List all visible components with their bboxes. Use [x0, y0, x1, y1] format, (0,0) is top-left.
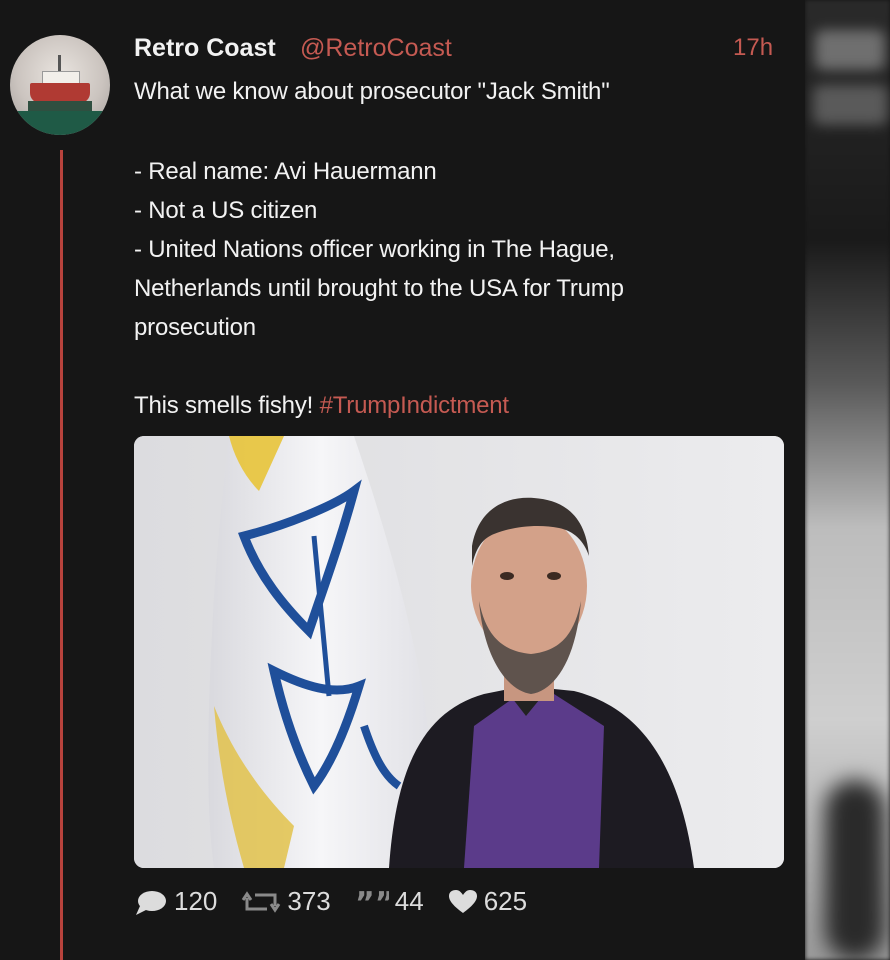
quote-button[interactable]: ”” 44: [355, 886, 424, 917]
post-line-real-name: - Real name: Avi Hauermann: [134, 158, 437, 185]
like-button[interactable]: 625: [448, 886, 527, 917]
post-time[interactable]: 17h: [733, 34, 773, 62]
quote-icon: ””: [355, 889, 389, 915]
repost-count: 373: [287, 886, 331, 916]
reply-button[interactable]: 120: [134, 886, 217, 917]
heart-icon: [448, 889, 477, 913]
speech-bubble-icon: [136, 890, 166, 915]
repost-arrows-icon: [242, 890, 281, 913]
post-line-prosecution: prosecution: [134, 314, 256, 341]
quote-count: 44: [394, 886, 424, 916]
svg-text:””: ””: [355, 889, 389, 915]
post-actions: 120 373 ”” 44 625: [134, 886, 551, 917]
avatar-water: [10, 111, 110, 135]
post-line-citizenship: - Not a US citizen: [134, 197, 318, 224]
repost-button[interactable]: 373: [241, 886, 331, 917]
hashtag-link[interactable]: #TrumpIndictment: [320, 392, 510, 419]
blurred-shape: [825, 780, 885, 960]
post-line-netherlands: Netherlands until brought to the USA for…: [134, 275, 624, 302]
avatar[interactable]: [10, 35, 110, 135]
author-handle[interactable]: @RetroCoast: [300, 34, 452, 63]
post-line-un-officer: - United Nations officer working in The …: [134, 236, 615, 263]
blurred-shape: [815, 30, 885, 70]
post-line-title: What we know about prosecutor "Jack Smit…: [134, 78, 610, 105]
author-name[interactable]: Retro Coast: [134, 34, 276, 63]
post-image[interactable]: [134, 436, 784, 868]
post-closing-line: This smells fishy! #TrumpIndictment: [134, 392, 509, 420]
closing-text: This smells fishy!: [134, 392, 320, 419]
blurred-shape: [813, 85, 888, 125]
reply-count: 120: [174, 886, 218, 916]
background-blur-strip: [805, 0, 890, 960]
post-card: Retro Coast @RetroCoast 17h What we know…: [0, 0, 805, 960]
photo-illustration: [134, 436, 784, 868]
like-count: 625: [483, 886, 528, 916]
thread-line: [60, 150, 63, 960]
